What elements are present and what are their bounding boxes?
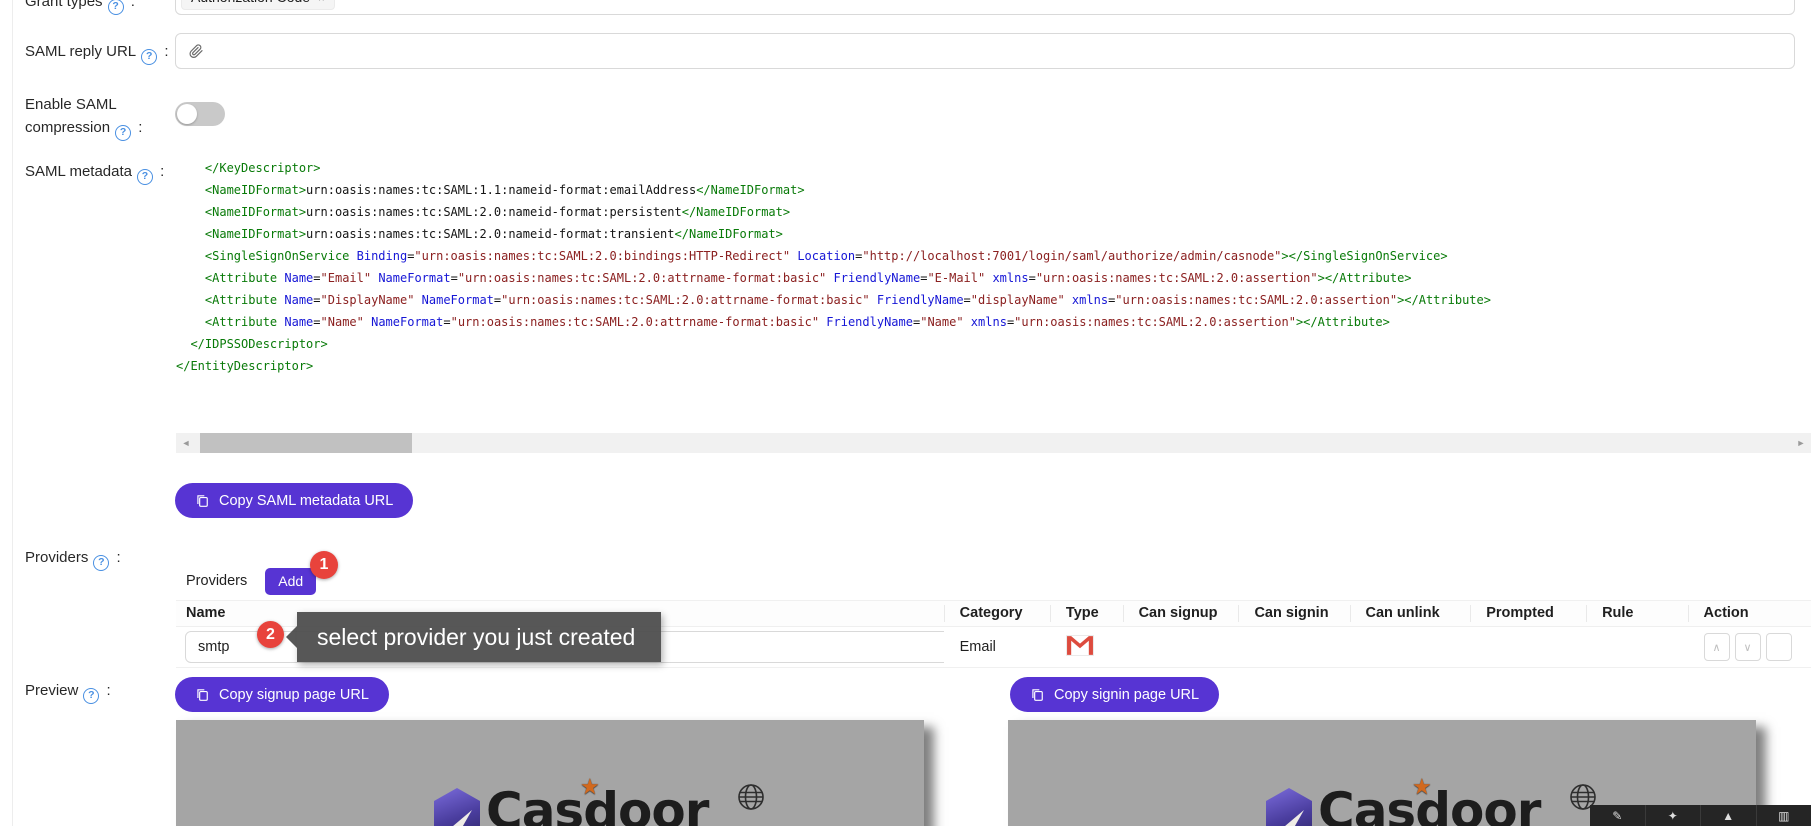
paperclip-icon — [188, 43, 204, 59]
step-2-badge: 2 — [257, 621, 284, 648]
preview-label: Preview? : — [25, 682, 111, 704]
enable-saml-compression-label-2: compression? : — [25, 119, 142, 141]
copy-icon — [195, 493, 209, 508]
logo-swoosh — [446, 810, 472, 826]
providers-label: Providers? : — [25, 549, 121, 571]
annotation-toolbar: ✎ ✦ ▲ ▥ — [1590, 805, 1811, 826]
saml-metadata-label: SAML metadata? : — [25, 163, 164, 185]
column-header-type: Type — [1050, 601, 1123, 626]
help-icon[interactable]: ? — [83, 688, 99, 704]
page-left-border — [12, 0, 13, 826]
copy-signin-page-url-button[interactable]: Copy signin page URL — [1010, 677, 1219, 712]
scroll-right-icon[interactable]: ► — [1791, 433, 1811, 453]
annotation-tooltip: select provider you just created — [297, 612, 661, 662]
provider-category-cell: Email — [944, 639, 1050, 655]
highlighter-tool-icon[interactable]: ✎ — [1590, 805, 1645, 826]
column-header-can-unlink: Can unlink — [1350, 601, 1471, 626]
code-horizontal-scrollbar[interactable]: ◄ ► — [176, 433, 1811, 453]
grant-types-label: Grant types? : — [25, 0, 135, 15]
casdoor-logo-icon — [1266, 788, 1312, 826]
star-icon: ★ — [1412, 774, 1432, 800]
help-icon[interactable]: ? — [108, 0, 124, 15]
column-header-can-signin: Can signin — [1238, 601, 1349, 626]
provider-type-cell — [1050, 635, 1123, 660]
column-header-prompted: Prompted — [1470, 601, 1586, 626]
signup-page-preview: Casdoor ★ — [176, 720, 924, 826]
help-icon[interactable]: ? — [137, 169, 153, 185]
pen-tool-icon[interactable]: ✦ — [1645, 805, 1701, 826]
scrollbar-thumb[interactable] — [200, 433, 412, 453]
casdoor-logo-icon — [434, 788, 480, 826]
saml-reply-url-label: SAML reply URL? : — [25, 43, 169, 65]
column-header-category: Category — [944, 601, 1050, 626]
tag-close-icon[interactable]: × — [318, 0, 324, 5]
globe-icon — [736, 782, 766, 817]
star-icon: ★ — [580, 774, 600, 800]
column-header-rule: Rule — [1586, 601, 1687, 626]
copy-signup-page-url-button[interactable]: Copy signup page URL — [175, 677, 389, 712]
gmail-icon — [1066, 635, 1094, 660]
saml-reply-url-input[interactable] — [212, 42, 1782, 60]
toggle-knob — [177, 104, 197, 124]
providers-table-title: Providers — [186, 573, 247, 589]
provider-name-value: smtp — [198, 639, 229, 655]
add-provider-button[interactable]: Add — [265, 568, 316, 595]
step-1-badge: 1 — [310, 551, 338, 579]
saml-reply-url-field — [175, 33, 1795, 69]
copy-icon — [195, 687, 209, 702]
help-icon[interactable]: ? — [115, 125, 131, 141]
arrow-tool-icon[interactable]: ▲ — [1700, 805, 1756, 826]
application-edit-page: Grant types? : Authorization Code× SAML … — [0, 0, 1811, 826]
grant-types-select[interactable]: Authorization Code× — [175, 0, 1795, 15]
move-up-button[interactable]: ∧ — [1704, 633, 1730, 661]
saml-metadata-code[interactable]: </KeyDescriptor> <NameIDFormat>urn:oasis… — [176, 157, 1811, 377]
saml-compression-toggle[interactable] — [175, 102, 225, 126]
column-header-action: Action — [1688, 601, 1811, 626]
more-action-button[interactable] — [1766, 633, 1792, 661]
column-header-can-signup: Can signup — [1123, 601, 1239, 626]
move-down-button[interactable]: ∨ — [1735, 633, 1761, 661]
palette-tool-icon[interactable]: ▥ — [1756, 805, 1811, 826]
scroll-left-icon[interactable]: ◄ — [176, 433, 196, 453]
help-icon[interactable]: ? — [93, 555, 109, 571]
help-icon[interactable]: ? — [141, 49, 157, 65]
copy-icon — [1030, 687, 1044, 702]
enable-saml-compression-label-1: Enable SAML — [25, 96, 117, 113]
grant-type-tag: Authorization Code× — [181, 0, 335, 10]
providers-table-title-row: Providers Add — [176, 562, 1811, 601]
copy-saml-metadata-url-button[interactable]: Copy SAML metadata URL — [175, 483, 413, 518]
logo-swoosh — [1278, 810, 1304, 826]
